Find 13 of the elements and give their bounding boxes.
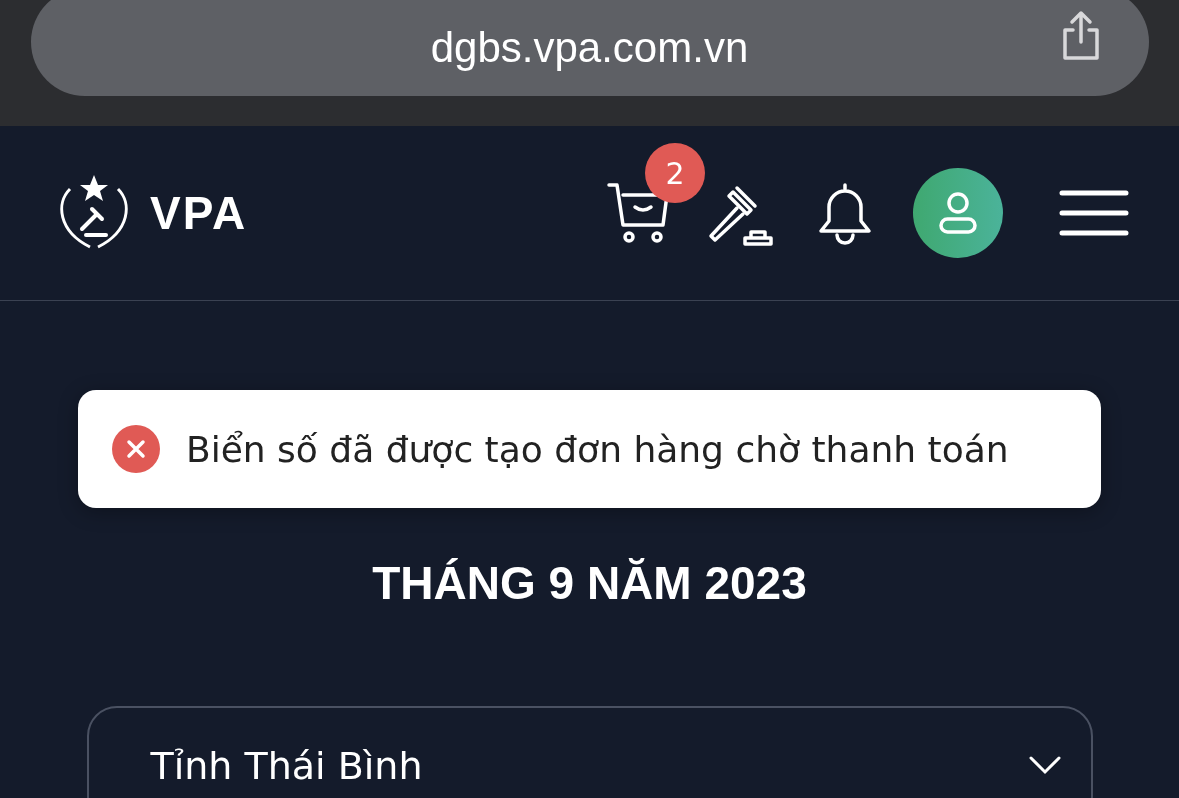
address-bar[interactable]: dgbs.vpa.com.vn xyxy=(30,0,1149,96)
province-select[interactable]: Tỉnh Thái Bình xyxy=(86,706,1093,798)
toast-message: Biển số đã được tạo đơn hàng chờ thanh toán xyxy=(186,428,1009,470)
notification-button[interactable] xyxy=(817,181,873,245)
menu-icon xyxy=(1059,189,1129,237)
bell-icon xyxy=(817,181,873,245)
user-icon xyxy=(938,191,978,235)
cart-count-badge: 2 xyxy=(645,143,705,203)
menu-button[interactable] xyxy=(1059,189,1129,237)
chevron-down-icon xyxy=(1028,756,1061,776)
logo-text: VPA xyxy=(150,186,248,240)
page-heading: THÁNG 9 NĂM 2023 xyxy=(372,556,807,610)
url-text: dgbs.vpa.com.vn xyxy=(430,24,749,72)
